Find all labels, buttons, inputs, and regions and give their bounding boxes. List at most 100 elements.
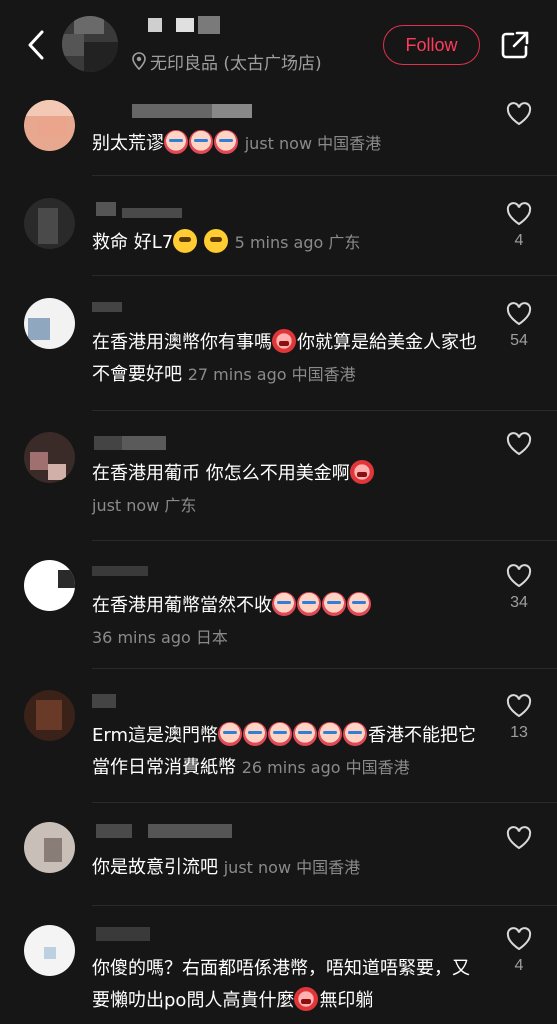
comment-item[interactable]: 在香港用葡币 你怎么不用美金啊 just now 广东 xyxy=(0,420,557,535)
commenter-avatar[interactable] xyxy=(24,690,75,741)
comment-text: 你是故意引流吧 just now 中国香港 xyxy=(92,857,361,878)
comment-text: 在香港用葡幣當然不收 36 mins ago 日本 xyxy=(92,590,477,654)
like-group: 34 xyxy=(502,562,536,612)
comment-meta: just now 广东 xyxy=(92,496,197,515)
comment-text: 你傻的嗎？右面都唔係港幣，唔知道唔緊要，又要懶叻出po問人高貴什麼 無印躺 xyxy=(92,958,470,1011)
commenter-name-pixelated[interactable] xyxy=(92,104,262,120)
crying-face-icon xyxy=(318,722,342,746)
face-icon xyxy=(349,460,374,484)
back-button[interactable] xyxy=(20,26,52,64)
follow-button[interactable]: Follow xyxy=(383,25,480,65)
location-row[interactable]: 无印良品 (太古广场店) xyxy=(132,50,322,74)
like-button[interactable] xyxy=(504,824,534,852)
crying-face-icon xyxy=(297,592,321,616)
heart-icon xyxy=(506,302,532,326)
commenter-name-pixelated[interactable] xyxy=(92,824,262,840)
comment-meta: 26 mins ago 中国香港 xyxy=(241,758,410,777)
heart-icon xyxy=(506,694,532,718)
commenter-avatar[interactable] xyxy=(24,432,75,483)
like-group: 54 xyxy=(502,300,536,350)
divider xyxy=(92,275,557,276)
crying-face-icon xyxy=(293,722,317,746)
comment-item[interactable]: 救命 好L7 5 mins ago 广东 4 xyxy=(0,190,557,275)
heart-icon xyxy=(506,826,532,850)
commenter-avatar[interactable] xyxy=(24,100,75,151)
crying-face-icon xyxy=(272,592,296,616)
commenter-name-pixelated[interactable] xyxy=(92,564,262,580)
comment-item[interactable]: 在香港用澳幣你有事嗎 你就算是給美金人家也不會要好吧 27 mins ago 中国… xyxy=(0,290,557,415)
heart-icon xyxy=(506,927,532,951)
commenter-name-pixelated[interactable] xyxy=(92,694,262,710)
crying-face-icon xyxy=(218,722,242,746)
commenter-name-pixelated[interactable] xyxy=(92,202,262,218)
like-group xyxy=(502,100,536,128)
like-button[interactable] xyxy=(504,430,534,458)
commenter-name-pixelated[interactable] xyxy=(92,436,262,452)
commenter-avatar[interactable] xyxy=(24,925,75,976)
comment-text: 在香港用葡币 你怎么不用美金啊 just now 广东 xyxy=(92,458,477,522)
heart-icon xyxy=(506,202,532,226)
commenter-name-pixelated[interactable] xyxy=(92,302,262,318)
comment-text: 在香港用澳幣你有事嗎 你就算是給美金人家也不會要好吧 27 mins ago 中国… xyxy=(92,327,477,391)
comment-text: Erm這是澳門幣 香港不能把它當作日常消費紙幣 26 mins ago 中国香港 xyxy=(92,720,477,784)
like-button[interactable] xyxy=(504,692,534,720)
divider xyxy=(92,175,557,176)
pleading-face-icon xyxy=(203,229,228,253)
like-button[interactable] xyxy=(504,200,534,228)
comment-meta: 27 mins ago 中国香港 xyxy=(187,365,356,384)
comment-item[interactable]: 你傻的嗎？右面都唔係港幣，唔知道唔緊要，又要懶叻出po問人高貴什麼 無印躺 4 xyxy=(0,915,557,1024)
chevron-left-icon xyxy=(28,30,44,60)
location-pin-icon xyxy=(132,52,146,70)
face-icon xyxy=(294,987,319,1011)
like-button[interactable] xyxy=(504,100,534,128)
crying-face-icon xyxy=(189,130,213,154)
pleading-face-icon xyxy=(173,229,198,253)
like-count: 13 xyxy=(510,724,528,741)
comment-text: 救命 好L7 5 mins ago 广东 xyxy=(92,227,477,259)
divider xyxy=(92,410,557,411)
comment-item[interactable]: Erm這是澳門幣 香港不能把它當作日常消費紙幣 26 mins ago 中国香港 … xyxy=(0,682,557,807)
like-group: 4 xyxy=(502,925,536,975)
commenter-avatar[interactable] xyxy=(24,822,75,873)
comment-meta: 5 mins ago 广东 xyxy=(234,233,361,252)
like-count: 34 xyxy=(510,594,528,611)
like-group xyxy=(502,430,536,458)
like-count: 54 xyxy=(510,332,528,349)
comment-item[interactable]: 你是故意引流吧 just now 中国香港 xyxy=(0,812,557,912)
like-count: 4 xyxy=(514,232,524,249)
like-button[interactable] xyxy=(504,300,534,328)
crying-face-icon xyxy=(214,130,238,154)
commenter-avatar[interactable] xyxy=(24,298,75,349)
share-icon xyxy=(501,31,529,59)
like-count: 4 xyxy=(514,957,524,974)
like-button[interactable] xyxy=(504,925,534,953)
heart-icon xyxy=(506,432,532,456)
like-group: 13 xyxy=(502,692,536,742)
crying-face-icon xyxy=(243,722,267,746)
commenter-name-pixelated[interactable] xyxy=(92,927,262,943)
comment-item[interactable]: 别太荒谬 just now 中国香港 xyxy=(0,90,557,175)
like-button[interactable] xyxy=(504,562,534,590)
location-label: 无印良品 (太古广场店) xyxy=(150,53,322,74)
face-icon xyxy=(272,329,296,353)
comment-item[interactable]: 在香港用葡幣當然不收 36 mins ago 日本 34 xyxy=(0,552,557,667)
author-avatar[interactable] xyxy=(62,16,118,72)
divider xyxy=(92,668,557,669)
comment-text: 别太荒谬 just now 中国香港 xyxy=(92,128,477,160)
share-button[interactable] xyxy=(498,28,532,62)
crying-face-icon xyxy=(343,722,367,746)
crying-face-icon xyxy=(268,722,292,746)
crying-face-icon xyxy=(322,592,346,616)
commenter-avatar[interactable] xyxy=(24,560,75,611)
heart-icon xyxy=(506,564,532,588)
comment-meta: just now 中国香港 xyxy=(244,134,382,153)
divider xyxy=(92,905,557,906)
divider xyxy=(92,802,557,803)
crying-face-icon xyxy=(347,592,371,616)
like-group xyxy=(502,824,536,852)
commenter-avatar[interactable] xyxy=(24,198,75,249)
divider xyxy=(92,540,557,541)
heart-icon xyxy=(506,102,532,126)
author-name-pixelated[interactable] xyxy=(128,16,248,38)
top-bar: 无印良品 (太古广场店) Follow xyxy=(0,0,557,88)
